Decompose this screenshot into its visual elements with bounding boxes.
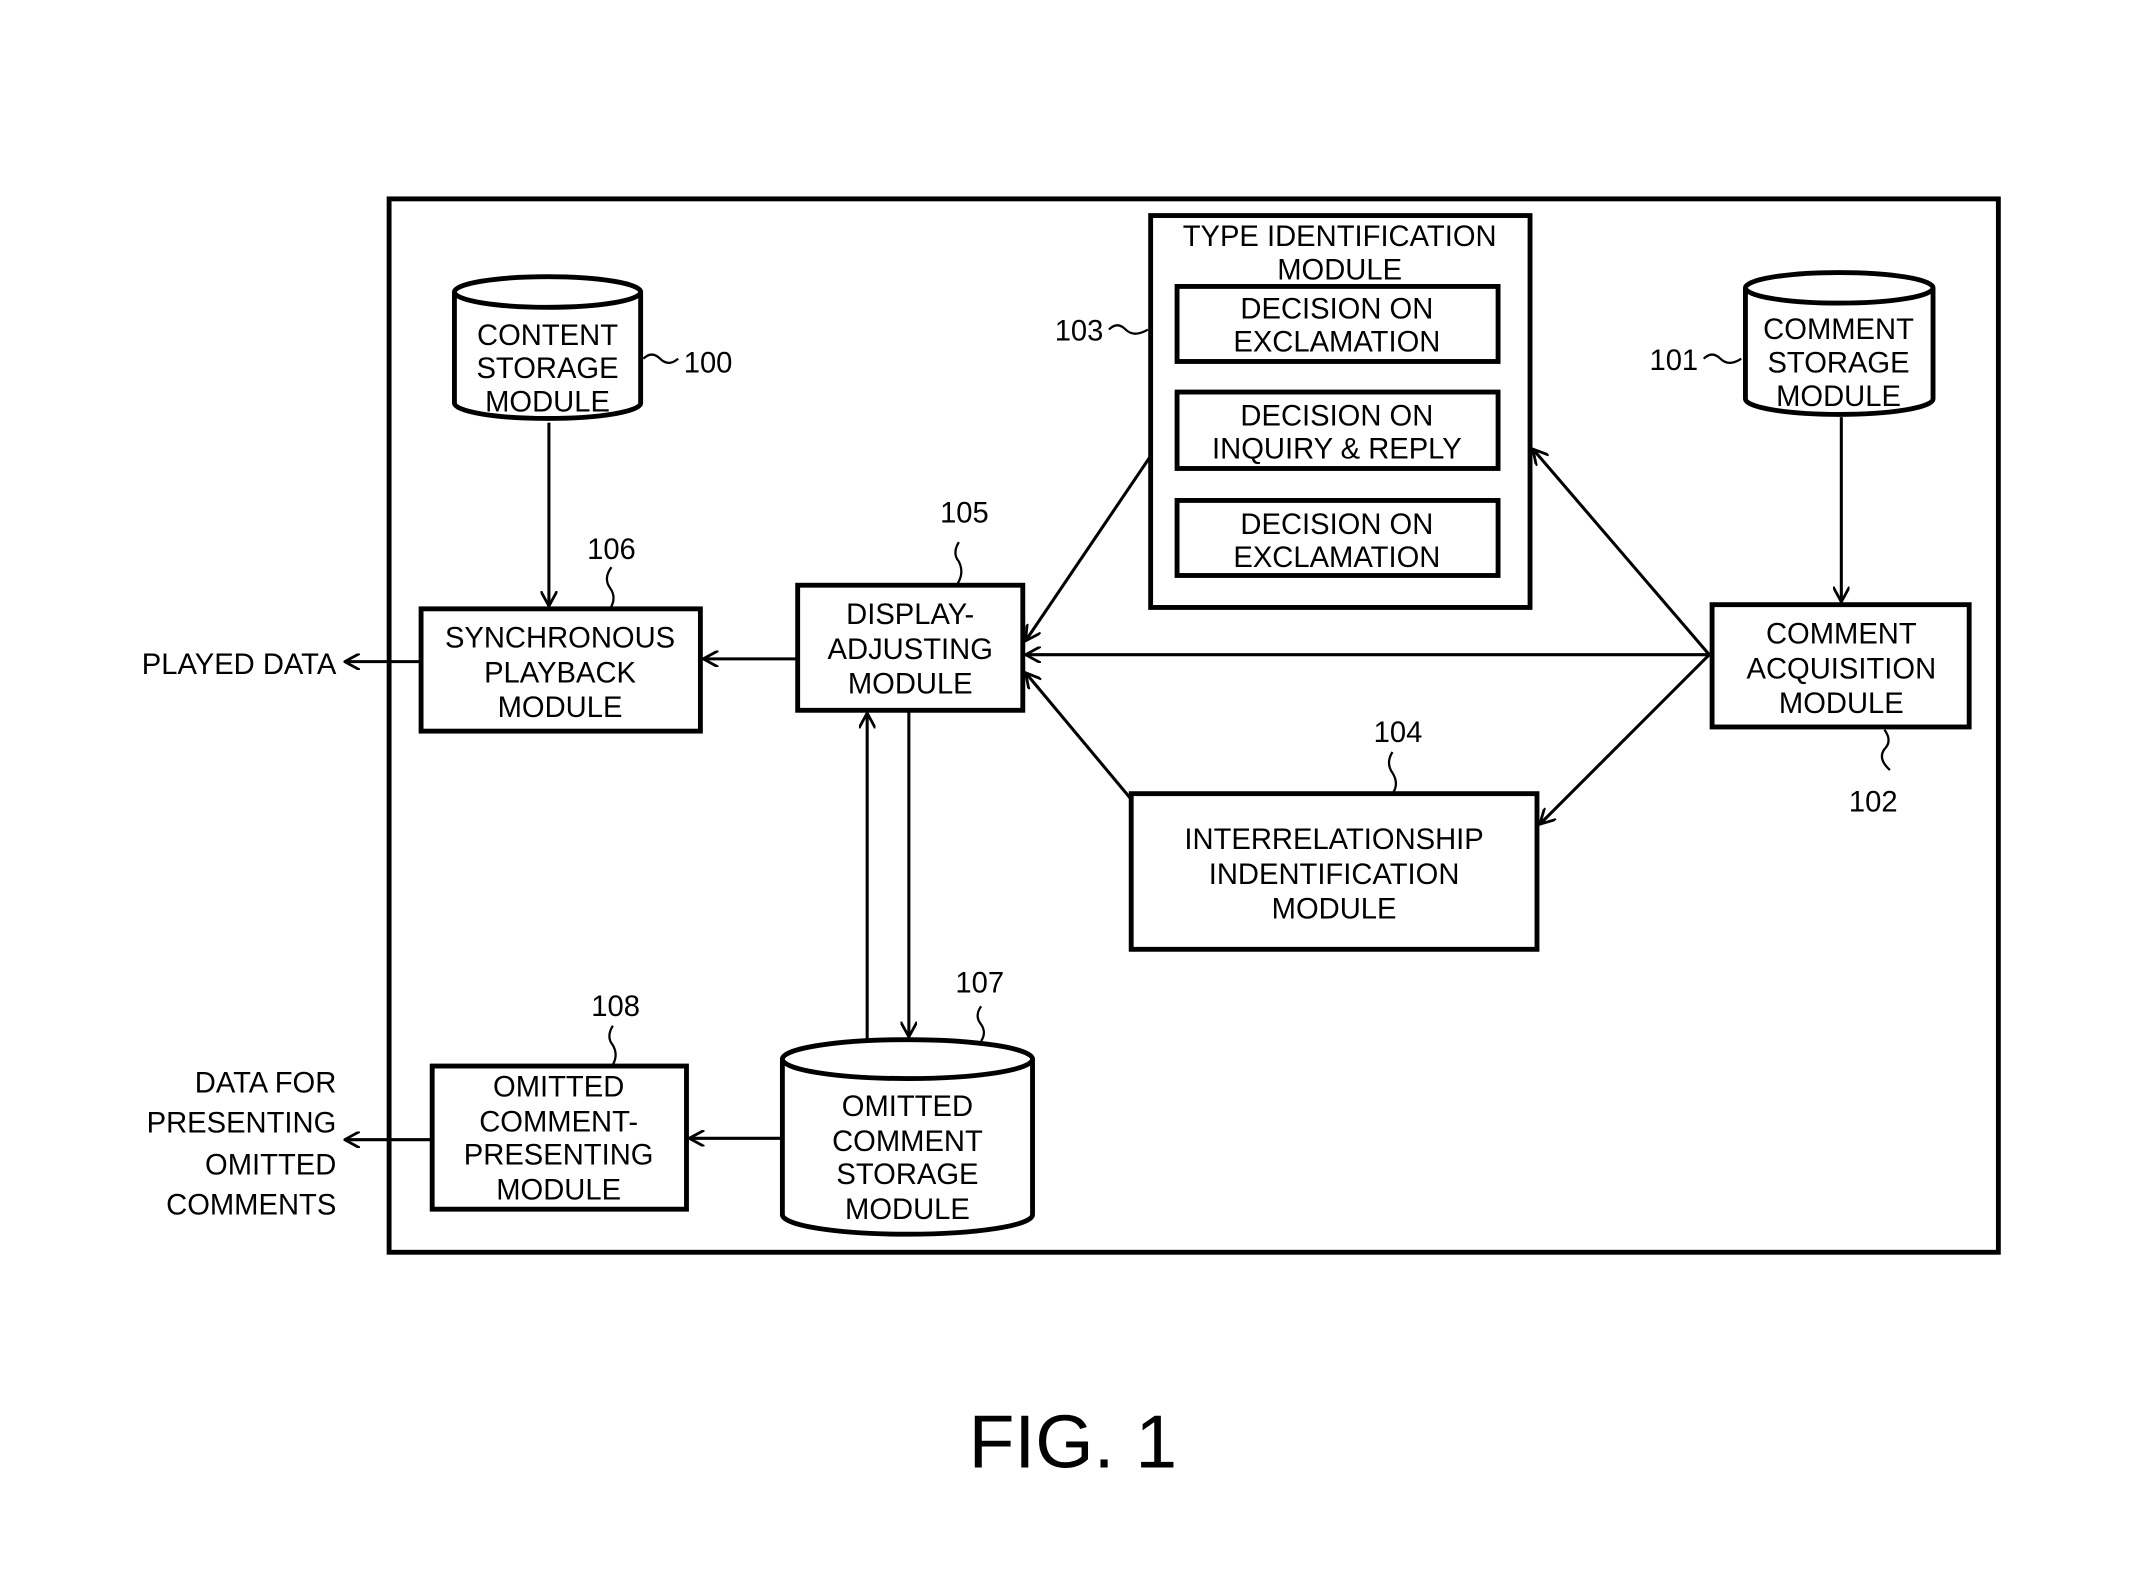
decision-2-line-1: DECISION ON — [1240, 400, 1433, 432]
decision-on-exclamation-box-2: DECISION ON EXCLAMATION — [1174, 498, 1501, 578]
decision-3-line-1: DECISION ON — [1240, 509, 1433, 541]
comment-storage-line-2: STORAGE — [1767, 348, 1909, 380]
ref-leader-107 — [976, 1005, 985, 1042]
omitted-presenting-line-2: COMMENT- — [479, 1106, 638, 1138]
omitted-data-line-1: DATA FOR — [195, 1067, 337, 1099]
type-identification-line-1: TYPE IDENTIFICATION — [1183, 221, 1497, 253]
omitted-comment-presenting-module: OMITTED COMMENT- PRESENTING MODULE — [429, 1063, 689, 1212]
ref-label-101: 101 — [1649, 345, 1698, 377]
ref-leader-105 — [954, 541, 963, 585]
ref-label-104: 104 — [1374, 717, 1423, 749]
type-identification-module: TYPE IDENTIFICATION MODULE DECISION ON E… — [1148, 213, 1533, 610]
omitted-storage-line-2: COMMENT — [832, 1126, 983, 1158]
decision-1-line-2: EXCLAMATION — [1233, 327, 1440, 359]
display-adjusting-line-3: MODULE — [848, 669, 973, 701]
omitted-storage-line-3: STORAGE — [836, 1159, 978, 1191]
arrow-acquisition-to-interrelationship — [1540, 653, 1711, 825]
display-adjusting-module: DISPLAY- ADJUSTING MODULE — [795, 582, 1026, 713]
ref-label-107: 107 — [955, 967, 1004, 999]
arrow-acquisition-to-type-identification — [1533, 449, 1711, 656]
ref-leader-101 — [1702, 353, 1742, 364]
synchronous-playback-line-1: SYNCHRONOUS — [445, 623, 675, 655]
comment-storage-line-1: COMMENT — [1763, 314, 1914, 346]
decision-on-inquiry-reply-box: DECISION ON INQUIRY & REPLY — [1174, 389, 1501, 471]
content-storage-line-2: STORAGE — [476, 353, 618, 385]
display-adjusting-line-2: ADJUSTING — [828, 634, 993, 666]
omitted-storage-line-4: MODULE — [845, 1194, 970, 1226]
decision-2-line-2: INQUIRY & REPLY — [1212, 434, 1462, 466]
ref-leader-108 — [608, 1025, 617, 1066]
omitted-data-line-4: COMMENTS — [166, 1190, 336, 1222]
interrelationship-line-1: INTERRELATIONSHIP — [1184, 824, 1483, 856]
arrow-interrelationship-to-display — [1026, 673, 1133, 801]
ref-label-100: 100 — [684, 348, 733, 380]
block-diagram: CONTENT STORAGE MODULE 100 COMMENT STORA… — [142, 196, 2001, 1484]
omitted-storage-line-1: OMITTED — [842, 1091, 973, 1123]
interrelationship-identification-module: INTERRELATIONSHIP INDENTIFICATION MODULE — [1128, 791, 1540, 952]
ref-leader-104 — [1387, 751, 1398, 795]
content-storage-line-1: CONTENT — [477, 320, 618, 352]
comment-storage-module: COMMENT STORAGE MODULE — [1743, 270, 1936, 417]
comment-acquisition-line-1: COMMENT — [1766, 619, 1917, 651]
comment-acquisition-line-2: ACQUISITION — [1747, 653, 1937, 685]
content-storage-module: CONTENT STORAGE MODULE — [451, 274, 644, 421]
display-adjusting-line-1: DISPLAY- — [846, 599, 974, 631]
ref-leader-106 — [605, 566, 615, 610]
synchronous-playback-module: SYNCHRONOUS PLAYBACK MODULE — [418, 606, 703, 734]
comment-storage-line-3: MODULE — [1776, 381, 1901, 413]
type-identification-line-2: MODULE — [1277, 254, 1402, 286]
omitted-comment-storage-module: OMITTED COMMENT STORAGE MODULE — [779, 1037, 1035, 1237]
played-data-label: PLAYED DATA — [142, 649, 337, 681]
interrelationship-line-3: MODULE — [1272, 894, 1397, 926]
omitted-data-line-3: OMITTED — [205, 1149, 336, 1181]
decision-on-exclamation-box-1: DECISION ON EXCLAMATION — [1174, 284, 1501, 364]
ref-label-103: 103 — [1055, 316, 1104, 348]
arrow-type-identification-to-display — [1026, 455, 1152, 641]
ref-leader-100 — [642, 353, 679, 364]
ref-label-102: 102 — [1849, 787, 1898, 819]
omitted-presenting-line-3: PRESENTING — [464, 1140, 654, 1172]
comment-acquisition-module: COMMENT ACQUISITION MODULE — [1709, 602, 1972, 730]
ref-label-105: 105 — [940, 498, 989, 530]
ref-label-106: 106 — [587, 534, 636, 566]
decision-1-line-1: DECISION ON — [1240, 293, 1433, 325]
decision-3-line-2: EXCLAMATION — [1233, 542, 1440, 574]
ref-label-108: 108 — [591, 991, 640, 1023]
comment-acquisition-line-3: MODULE — [1779, 688, 1904, 720]
synchronous-playback-line-2: PLAYBACK — [484, 657, 636, 689]
ref-leader-103 — [1108, 324, 1149, 335]
content-storage-line-3: MODULE — [485, 387, 610, 419]
interrelationship-line-2: INDENTIFICATION — [1209, 859, 1460, 891]
ref-leader-102 — [1880, 729, 1891, 771]
omitted-presenting-line-1: OMITTED — [493, 1072, 624, 1104]
omitted-presenting-line-4: MODULE — [496, 1174, 621, 1206]
figure-label: FIG. 1 — [969, 1400, 1177, 1484]
omitted-data-line-2: PRESENTING — [147, 1108, 337, 1140]
synchronous-playback-line-3: MODULE — [498, 692, 623, 724]
omitted-data-label: DATA FOR PRESENTING OMITTED COMMENTS — [147, 1067, 337, 1221]
